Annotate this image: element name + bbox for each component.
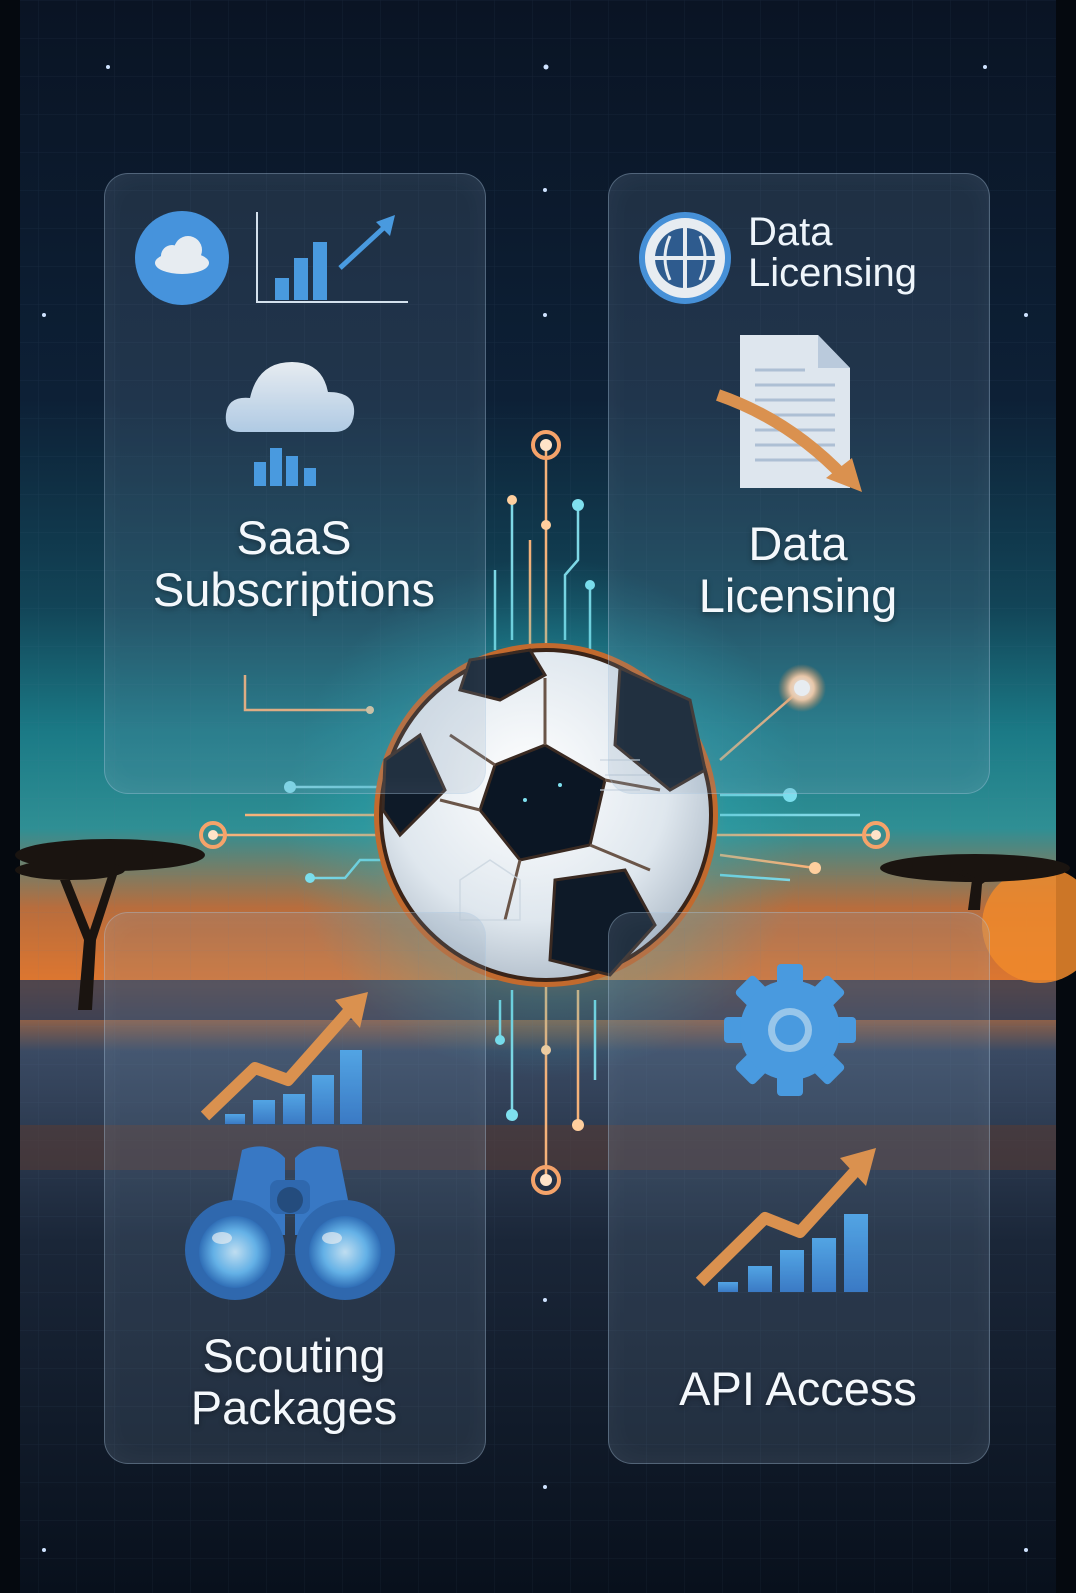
saas-subscriptions-card <box>104 173 486 794</box>
data-licensing-title: Data Licensing <box>698 517 898 622</box>
saas-subscriptions-title: SaaS Subscriptions <box>152 511 436 616</box>
scouting-packages-title: Scouting Packages <box>190 1329 398 1434</box>
api-access-title: API Access <box>679 1362 917 1415</box>
data-licensing-header: Data Licensing <box>748 210 918 295</box>
